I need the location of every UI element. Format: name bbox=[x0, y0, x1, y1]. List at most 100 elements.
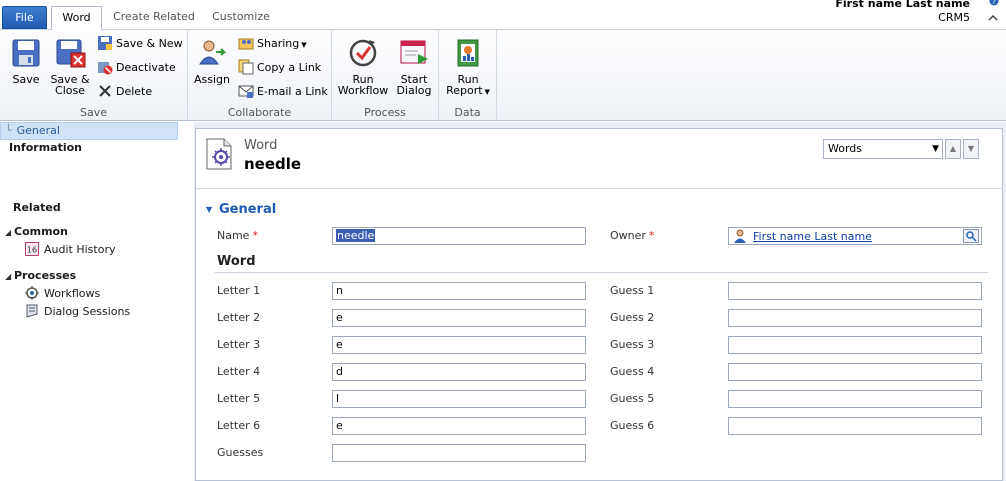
nav-group-processes-label: Processes bbox=[14, 269, 77, 282]
owner-label-text: Owner bbox=[610, 229, 646, 242]
run-report-button[interactable]: Run Report ▼ bbox=[443, 38, 493, 98]
run-workflow-label-2: Workflow bbox=[337, 84, 389, 97]
run-report-label-2: Report ▼ bbox=[443, 85, 493, 98]
start-dialog-icon bbox=[400, 40, 428, 64]
nav-group-common-label: Common bbox=[14, 225, 68, 238]
ribbon: Save Save & Close Save & New Deactivate … bbox=[0, 30, 1006, 121]
guess-3-field[interactable] bbox=[728, 336, 982, 354]
run-workflow-button[interactable]: Run Workflow bbox=[336, 38, 390, 96]
word-entity-icon bbox=[206, 138, 232, 170]
sharing-button[interactable]: Sharing ▼ bbox=[238, 35, 307, 53]
arrow-up-icon: ▲ bbox=[949, 144, 957, 153]
copy-link-button[interactable]: Copy a Link bbox=[238, 59, 321, 77]
guess-5-label: Guess 5 bbox=[610, 392, 655, 405]
delete-label: Delete bbox=[116, 85, 153, 98]
name-field[interactable]: needle bbox=[332, 227, 586, 245]
process-group-label: Process bbox=[364, 106, 406, 119]
next-record-button[interactable]: ▼ bbox=[963, 139, 979, 159]
tab-word[interactable]: Word bbox=[51, 6, 102, 31]
save-group: Save Save & Close Save & New Deactivate … bbox=[0, 30, 188, 120]
collaborate-group-label: Collaborate bbox=[227, 106, 292, 119]
form-selector[interactable]: Words ▼ bbox=[823, 139, 943, 159]
guesses-field[interactable] bbox=[332, 444, 586, 462]
nav-item-audit-history[interactable]: 16 Audit History bbox=[25, 242, 115, 257]
delete-button[interactable]: Delete bbox=[97, 83, 152, 101]
nav-group-processes[interactable]: ◢ Processes bbox=[5, 269, 76, 282]
data-group: Run Report ▼ Data bbox=[439, 30, 497, 120]
nav-item-general-label: General bbox=[16, 124, 60, 137]
guess-4-label: Guess 4 bbox=[610, 365, 655, 378]
deactivate-icon bbox=[98, 62, 113, 75]
email-link-icon bbox=[238, 85, 254, 98]
owner-lookup-field[interactable]: First name Last name bbox=[728, 227, 982, 245]
guess-2-field[interactable] bbox=[728, 309, 982, 327]
calendar-icon: 16 bbox=[25, 242, 39, 256]
run-workflow-icon bbox=[349, 39, 377, 67]
letter-4-label: Letter 4 bbox=[217, 365, 261, 378]
letter-5-field[interactable]: l bbox=[332, 390, 586, 408]
tree-connector-icon: └ bbox=[5, 124, 12, 137]
assign-icon bbox=[199, 40, 227, 65]
tab-file[interactable]: File bbox=[2, 6, 47, 29]
chevron-down-icon: ▼ bbox=[932, 144, 939, 154]
email-link-button[interactable]: E-mail a Link bbox=[238, 83, 328, 101]
form-header: Word needle Words ▼ ▲ ▼ bbox=[196, 129, 1002, 189]
sharing-icon bbox=[238, 38, 254, 50]
assign-button[interactable]: Assign bbox=[194, 38, 230, 85]
guess-1-label: Guess 1 bbox=[610, 284, 655, 297]
letter-2-field[interactable]: e bbox=[332, 309, 586, 327]
deactivate-label: Deactivate bbox=[116, 61, 176, 74]
nav-item-workflows[interactable]: Workflows bbox=[25, 286, 100, 301]
guess-5-field[interactable] bbox=[728, 390, 982, 408]
section-collapse-icon[interactable]: ▼ bbox=[206, 205, 212, 214]
nav-item-general[interactable]: └ General bbox=[0, 122, 178, 140]
start-dialog-label-2: Dialog bbox=[396, 84, 432, 97]
form-selector-value: Words bbox=[828, 142, 863, 155]
sharing-dropdown-icon: ▼ bbox=[301, 41, 307, 49]
nav-group-common[interactable]: ◢ Common bbox=[5, 225, 68, 238]
guess-1-field[interactable] bbox=[728, 282, 982, 300]
letter-6-field[interactable]: e bbox=[332, 417, 586, 435]
letter-6-label: Letter 6 bbox=[217, 419, 261, 432]
letter-3-label: Letter 3 bbox=[217, 338, 261, 351]
svg-text:?: ? bbox=[992, 0, 996, 6]
save-close-button[interactable]: Save & Close bbox=[50, 38, 90, 96]
help-icon[interactable]: ? bbox=[988, 0, 1000, 6]
letter-1-label: Letter 1 bbox=[217, 284, 261, 297]
left-navigation: Information └ General Related ◢ Common 16 A… bbox=[0, 122, 194, 481]
owner-link[interactable]: First name Last name bbox=[753, 229, 872, 245]
save-new-icon bbox=[98, 36, 112, 50]
letter-2-label: Letter 2 bbox=[217, 311, 261, 324]
sharing-label: Sharing bbox=[257, 37, 300, 50]
nav-item-dialog-sessions[interactable]: Dialog Sessions bbox=[25, 304, 131, 319]
required-indicator: * bbox=[648, 229, 655, 242]
arrow-down-icon: ▼ bbox=[967, 144, 975, 153]
guess-6-label: Guess 6 bbox=[610, 419, 655, 432]
save-button[interactable]: Save bbox=[8, 38, 44, 85]
start-dialog-button[interactable]: Start Dialog bbox=[394, 38, 434, 96]
nav-item-dialog-sessions-label: Dialog Sessions bbox=[44, 305, 131, 318]
letter-1-field[interactable]: n bbox=[332, 282, 586, 300]
letter-4-field[interactable]: d bbox=[332, 363, 586, 381]
collapse-ribbon-icon[interactable] bbox=[987, 12, 999, 24]
copy-link-icon bbox=[238, 59, 254, 75]
main-area: Word needle Words ▼ ▲ ▼ ▼ General Name * n… bbox=[194, 122, 1006, 481]
expand-triangle-icon: ◢ bbox=[5, 228, 12, 237]
workflows-icon bbox=[25, 286, 39, 300]
tab-customize[interactable]: Customize bbox=[208, 6, 274, 30]
letter-3-field[interactable]: e bbox=[332, 336, 586, 354]
previous-record-button[interactable]: ▲ bbox=[945, 139, 961, 159]
tab-create-related[interactable]: Create Related bbox=[108, 6, 200, 30]
lookup-icon[interactable] bbox=[963, 229, 979, 243]
guess-4-field[interactable] bbox=[728, 363, 982, 381]
save-group-label: Save bbox=[79, 106, 107, 119]
deactivate-button[interactable]: Deactivate bbox=[97, 59, 176, 77]
save-new-button[interactable]: Save & New bbox=[97, 35, 183, 53]
dialog-sessions-icon bbox=[26, 304, 38, 318]
nav-heading-information: Information bbox=[9, 141, 82, 154]
guesses-label: Guesses bbox=[217, 446, 264, 459]
run-report-icon bbox=[457, 39, 479, 67]
user-name[interactable]: First name Last name bbox=[835, 0, 970, 10]
guess-6-field[interactable] bbox=[728, 417, 982, 435]
save-close-icon bbox=[56, 39, 86, 68]
